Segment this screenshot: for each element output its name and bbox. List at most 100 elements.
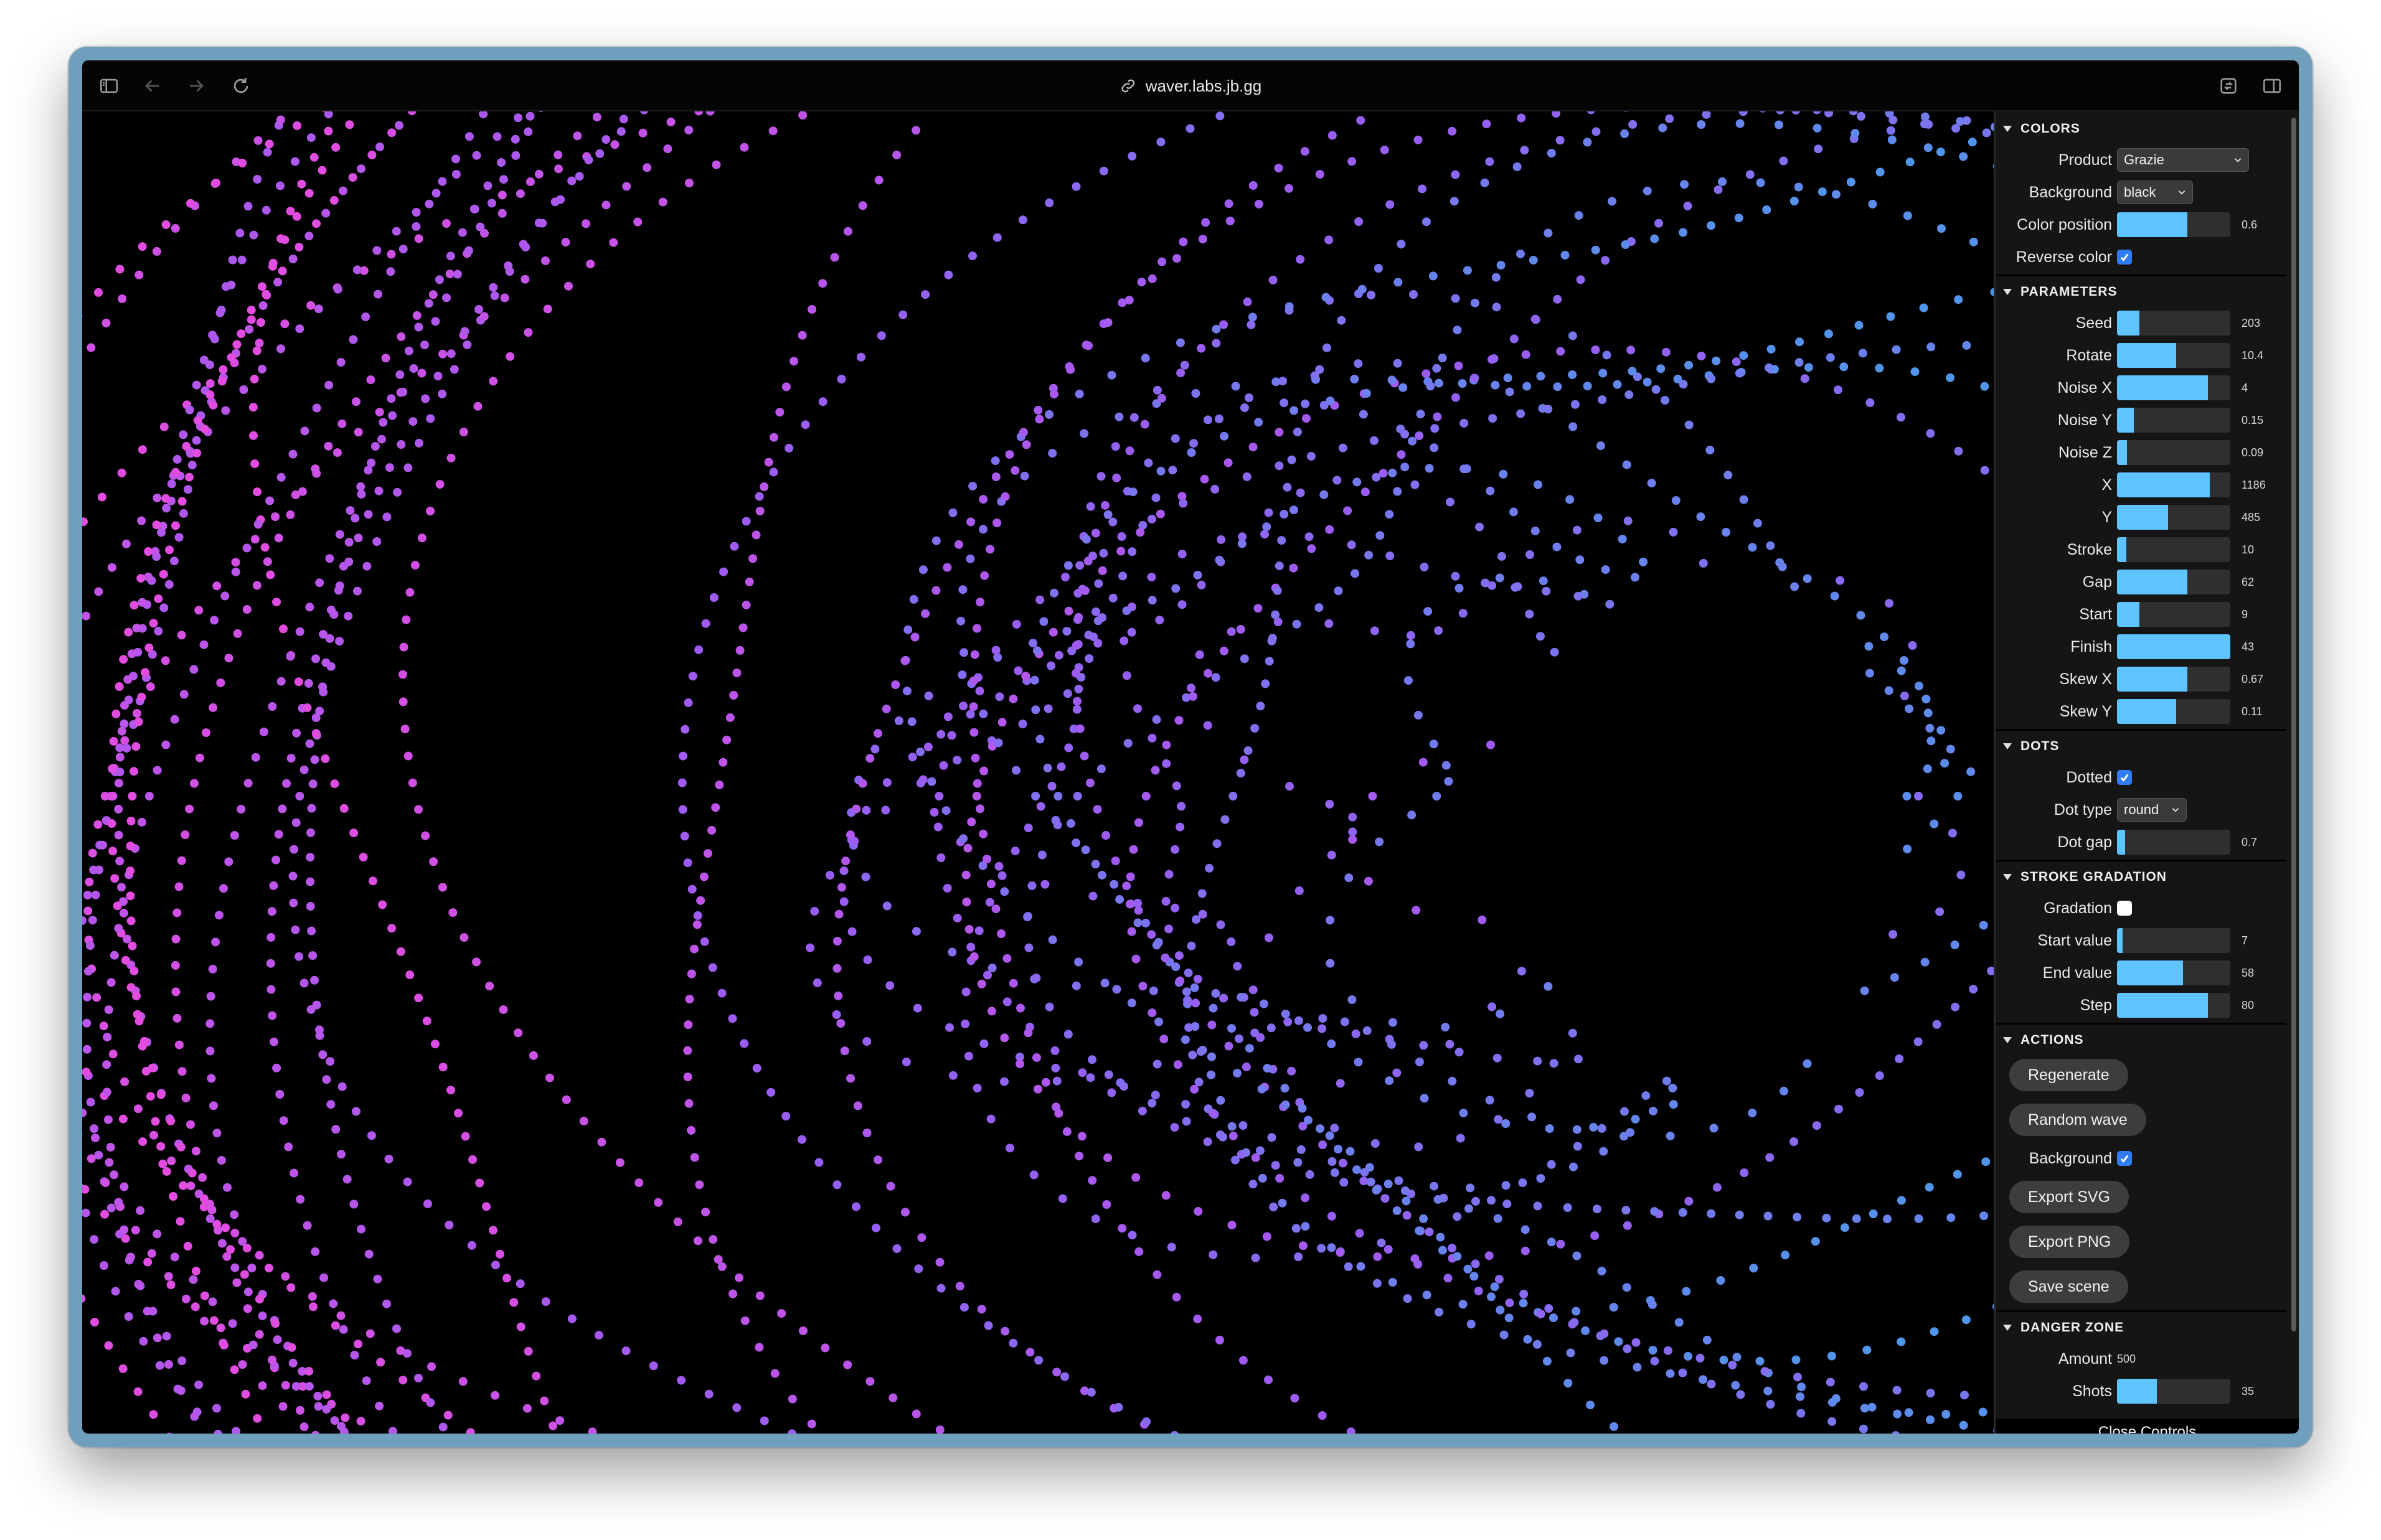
wave-dot bbox=[205, 1019, 215, 1028]
section-danger-zone[interactable]: DANGER ZONE bbox=[2003, 1315, 2124, 1340]
wave-dot bbox=[362, 1376, 371, 1386]
wave-dot bbox=[832, 964, 842, 973]
wave-dot bbox=[1128, 1231, 1137, 1240]
random-wave-button[interactable]: Random wave bbox=[2009, 1104, 2146, 1136]
wave-dot bbox=[1054, 650, 1063, 660]
shots-slider[interactable] bbox=[2117, 1379, 2230, 1404]
gradation-slider[interactable] bbox=[2117, 928, 2230, 953]
section-actions[interactable]: ACTIONS bbox=[2003, 1028, 2084, 1053]
wave-dot bbox=[200, 1317, 209, 1326]
wave-dot bbox=[172, 1013, 182, 1023]
wave-dot bbox=[1499, 469, 1508, 479]
section-stroke-gradation[interactable]: STROKE GRADATION bbox=[2003, 865, 2167, 890]
wave-dot bbox=[1354, 359, 1363, 369]
dot-type-select[interactable]: round bbox=[2117, 798, 2187, 822]
wave-dot bbox=[1433, 1195, 1443, 1204]
parameter-slider[interactable] bbox=[2117, 408, 2230, 433]
wave-dot bbox=[476, 222, 485, 232]
wave-dot bbox=[1274, 164, 1283, 172]
wave-dot bbox=[1301, 1222, 1310, 1231]
color-position-slider[interactable] bbox=[2117, 212, 2230, 237]
wave-dot bbox=[331, 143, 341, 152]
wave-dot bbox=[356, 482, 365, 491]
section-dots[interactable]: DOTS bbox=[2003, 734, 2059, 759]
wave-dot bbox=[1131, 954, 1141, 964]
wave-dot bbox=[865, 1377, 875, 1386]
amount-value[interactable]: 500 bbox=[2117, 1353, 2136, 1366]
section-parameters[interactable]: PARAMETERS bbox=[2003, 279, 2117, 304]
wave-dot bbox=[1086, 502, 1095, 511]
parameter-slider[interactable] bbox=[2117, 602, 2230, 627]
close-controls-button[interactable]: Close Controls bbox=[1996, 1419, 2299, 1434]
dot-gap-slider[interactable] bbox=[2117, 830, 2230, 855]
wave-dot bbox=[339, 1325, 348, 1334]
parameter-slider[interactable] bbox=[2117, 699, 2230, 724]
wave-dot bbox=[414, 993, 423, 1003]
forward-button[interactable] bbox=[182, 72, 210, 100]
gradation-slider[interactable] bbox=[2117, 993, 2230, 1018]
wave-dot bbox=[1107, 1088, 1116, 1097]
gradation-checkbox[interactable] bbox=[2117, 901, 2132, 916]
wave-dot bbox=[1413, 135, 1423, 144]
split-view-button[interactable] bbox=[2258, 72, 2286, 100]
parameter-slider[interactable] bbox=[2117, 343, 2230, 368]
address-bar[interactable]: waver.labs.jb.gg bbox=[1120, 60, 1261, 111]
reverse-color-checkbox[interactable] bbox=[2117, 250, 2132, 265]
wave-dot bbox=[1294, 1252, 1303, 1261]
wave-dot bbox=[1544, 982, 1553, 991]
wave-dot bbox=[1776, 111, 1785, 115]
save-scene-button[interactable]: Save scene bbox=[2009, 1270, 2128, 1303]
gradation-slider[interactable] bbox=[2117, 960, 2230, 985]
product-select[interactable]: Grazie bbox=[2117, 148, 2249, 172]
parameter-slider[interactable] bbox=[2117, 311, 2230, 336]
wave-dot bbox=[684, 1020, 693, 1030]
wave-dot bbox=[1662, 1076, 1671, 1086]
wave-dot bbox=[1913, 1037, 1923, 1046]
wave-dot bbox=[1684, 420, 1694, 430]
gradation-item-label: Step bbox=[2080, 996, 2112, 1014]
wave-dot bbox=[1002, 997, 1012, 1007]
wave-dot bbox=[82, 517, 88, 527]
dotted-checkbox[interactable] bbox=[2117, 770, 2132, 785]
wave-dot bbox=[200, 425, 209, 434]
wave-dot bbox=[1085, 654, 1094, 663]
wave-dot bbox=[921, 290, 930, 299]
wave-dot bbox=[769, 433, 778, 442]
parameter-slider[interactable] bbox=[2117, 472, 2230, 497]
wave-dot bbox=[479, 312, 489, 321]
actions-background-checkbox[interactable] bbox=[2117, 1151, 2132, 1166]
section-colors[interactable]: COLORS bbox=[2003, 116, 2080, 141]
export-svg-button[interactable]: Export SVG bbox=[2009, 1181, 2129, 1213]
wave-dot bbox=[82, 1018, 92, 1028]
wave-dot bbox=[1503, 373, 1512, 383]
back-button[interactable] bbox=[138, 72, 167, 100]
wave-dot bbox=[1296, 1145, 1306, 1154]
wave-dot bbox=[709, 593, 719, 602]
parameter-slider[interactable] bbox=[2117, 667, 2230, 692]
wave-dot bbox=[1182, 987, 1191, 997]
background-select[interactable]: black bbox=[2117, 181, 2193, 204]
parameter-slider[interactable] bbox=[2117, 537, 2230, 562]
wave-dot bbox=[1001, 1326, 1010, 1336]
reload-icon bbox=[233, 78, 248, 93]
regenerate-button[interactable]: Regenerate bbox=[2009, 1059, 2128, 1091]
export-png-button[interactable]: Export PNG bbox=[2009, 1226, 2130, 1258]
wave-dot bbox=[1525, 550, 1534, 559]
wave-dot bbox=[1453, 326, 1462, 335]
parameter-slider[interactable] bbox=[2117, 440, 2230, 465]
wave-dot bbox=[1318, 1411, 1327, 1420]
wave-dot bbox=[1892, 1431, 1900, 1434]
wave-dot bbox=[1216, 1096, 1225, 1105]
wave-dot bbox=[1851, 129, 1860, 138]
wave-dot bbox=[410, 560, 420, 570]
wave-dot bbox=[405, 970, 415, 980]
sidebar-toggle-button[interactable] bbox=[95, 72, 123, 100]
parameter-slider[interactable] bbox=[2117, 505, 2230, 530]
parameter-slider[interactable] bbox=[2117, 375, 2230, 400]
wave-canvas[interactable] bbox=[82, 111, 1994, 1434]
parameter-slider[interactable] bbox=[2117, 570, 2230, 594]
wave-dot bbox=[1623, 1221, 1632, 1230]
parameter-slider[interactable] bbox=[2117, 634, 2230, 659]
share-button[interactable] bbox=[2214, 72, 2243, 100]
reload-button[interactable] bbox=[227, 72, 255, 100]
